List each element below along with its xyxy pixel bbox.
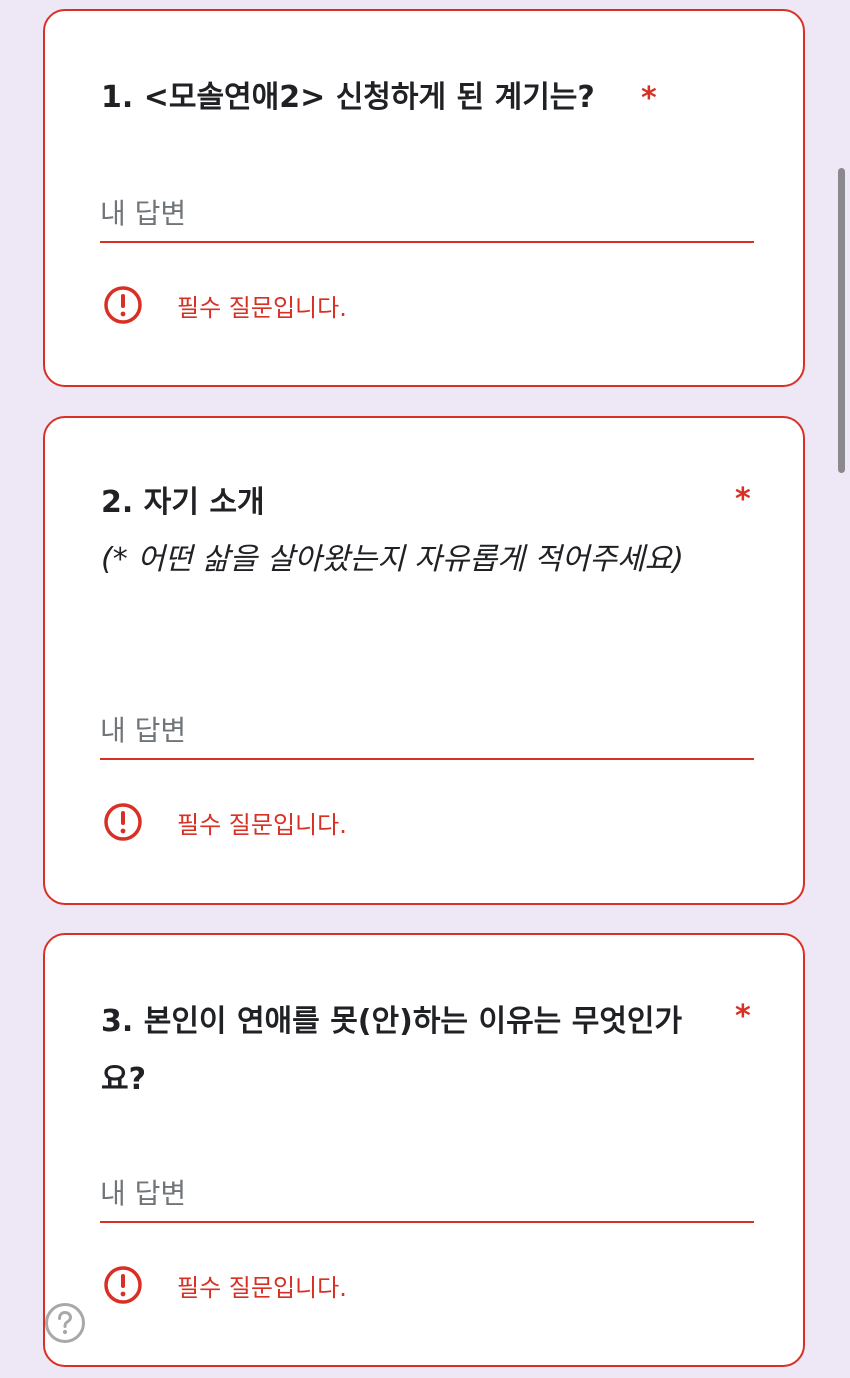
answer-input[interactable]: [100, 708, 754, 760]
question-title: 3. 본인이 연애를 못(안)하는 이유는 무엇인가요?: [101, 993, 721, 1109]
error-message: 필수 질문입니다.: [103, 1265, 347, 1305]
question-title-text: 3. 본인이 연애를 못(안)하는 이유는 무엇인가요?: [101, 1004, 683, 1097]
error-message: 필수 질문입니다.: [103, 802, 347, 842]
required-asterisk: *: [641, 81, 657, 116]
question-description: (* 어떤 삶을 살아왔는지 자유롭게 적어주세요): [101, 542, 684, 577]
question-card-3: 3. 본인이 연애를 못(안)하는 이유는 무엇인가요? * 필수 질문입니다.: [43, 933, 805, 1367]
answer-input[interactable]: [100, 1171, 754, 1223]
help-icon[interactable]: [44, 1302, 86, 1344]
error-text: 필수 질문입니다.: [177, 810, 347, 839]
question-card-1: 1. <모솔연애2> 신청하게 된 계기는? * 필수 질문입니다.: [43, 9, 805, 387]
error-icon: [104, 286, 142, 324]
error-icon: [104, 803, 142, 841]
scrollbar-thumb[interactable]: [838, 168, 845, 473]
error-message: 필수 질문입니다.: [103, 285, 347, 325]
question-title: 1. <모솔연애2> 신청하게 된 계기는?: [101, 69, 661, 127]
question-card-2: 2. 자기 소개 (* 어떤 삶을 살아왔는지 자유롭게 적어주세요) * 필수…: [43, 416, 805, 905]
required-asterisk: *: [735, 999, 751, 1034]
answer-input[interactable]: [100, 191, 754, 243]
required-asterisk: *: [735, 482, 751, 517]
question-title-text: 2. 자기 소개: [101, 485, 265, 520]
error-text: 필수 질문입니다.: [177, 1273, 347, 1302]
error-icon: [104, 1266, 142, 1304]
question-title-text: 1. <모솔연애2> 신청하게 된 계기는?: [101, 80, 595, 115]
error-text: 필수 질문입니다.: [177, 293, 347, 322]
question-title: 2. 자기 소개 (* 어떤 삶을 살아왔는지 자유롭게 적어주세요): [101, 474, 721, 588]
